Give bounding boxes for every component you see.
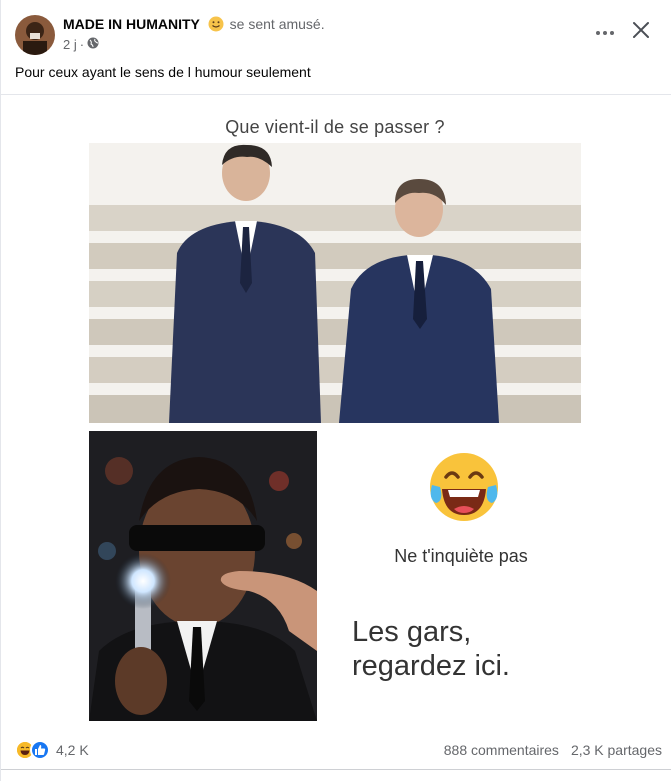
post-time[interactable]: 2 j xyxy=(63,37,77,52)
post-image[interactable]: Que vient-il de se passer ? Ne t'inquièt… xyxy=(1,94,671,730)
reactions-summary[interactable]: 4,2 K xyxy=(15,740,89,760)
more-options-button[interactable] xyxy=(593,22,617,42)
shares-count[interactable]: 2,3 K partages xyxy=(571,742,662,758)
post-text: Pour ceux ayant le sens de l humour seul… xyxy=(15,64,311,80)
post-card: MADE IN HUMANITY se sent amusé. 2 j · Po… xyxy=(0,0,671,781)
meta-separator: · xyxy=(79,37,85,52)
meme-caption-bottom: Les gars, regardez ici. xyxy=(352,615,510,683)
slightly-smiling-emoji-icon xyxy=(208,16,224,36)
globe-icon xyxy=(87,37,99,52)
comments-count[interactable]: 888 commentaires xyxy=(444,742,559,758)
like-reaction-icon xyxy=(30,740,50,760)
meme-caption-bottom-line2: regardez ici. xyxy=(352,650,510,682)
post-footer: 4,2 K 888 commentaires 2,3 K partages xyxy=(1,730,671,770)
avatar[interactable] xyxy=(15,15,55,55)
author-name[interactable]: MADE IN HUMANITY xyxy=(63,16,200,32)
reactions-count: 4,2 K xyxy=(56,742,89,758)
post-stats: 888 commentaires 2,3 K partages xyxy=(444,742,662,758)
post-meta: 2 j · xyxy=(63,37,99,52)
photo-two-men-in-suits xyxy=(89,143,581,423)
photo-men-in-black-neuralyzer xyxy=(89,431,317,721)
tears-of-joy-emoji-icon xyxy=(426,449,502,525)
meme-caption-bottom-line1: Les gars, xyxy=(352,616,472,648)
close-button[interactable] xyxy=(629,20,653,44)
meme-caption-middle: Ne t'inquiète pas xyxy=(394,546,528,566)
close-icon xyxy=(632,21,650,44)
author-line: MADE IN HUMANITY se sent amusé. xyxy=(63,15,325,36)
feeling-text: se sent amusé. xyxy=(229,16,325,32)
more-horizontal-icon xyxy=(595,23,615,41)
meme-caption-top: Que vient-il de se passer ? xyxy=(225,117,445,137)
